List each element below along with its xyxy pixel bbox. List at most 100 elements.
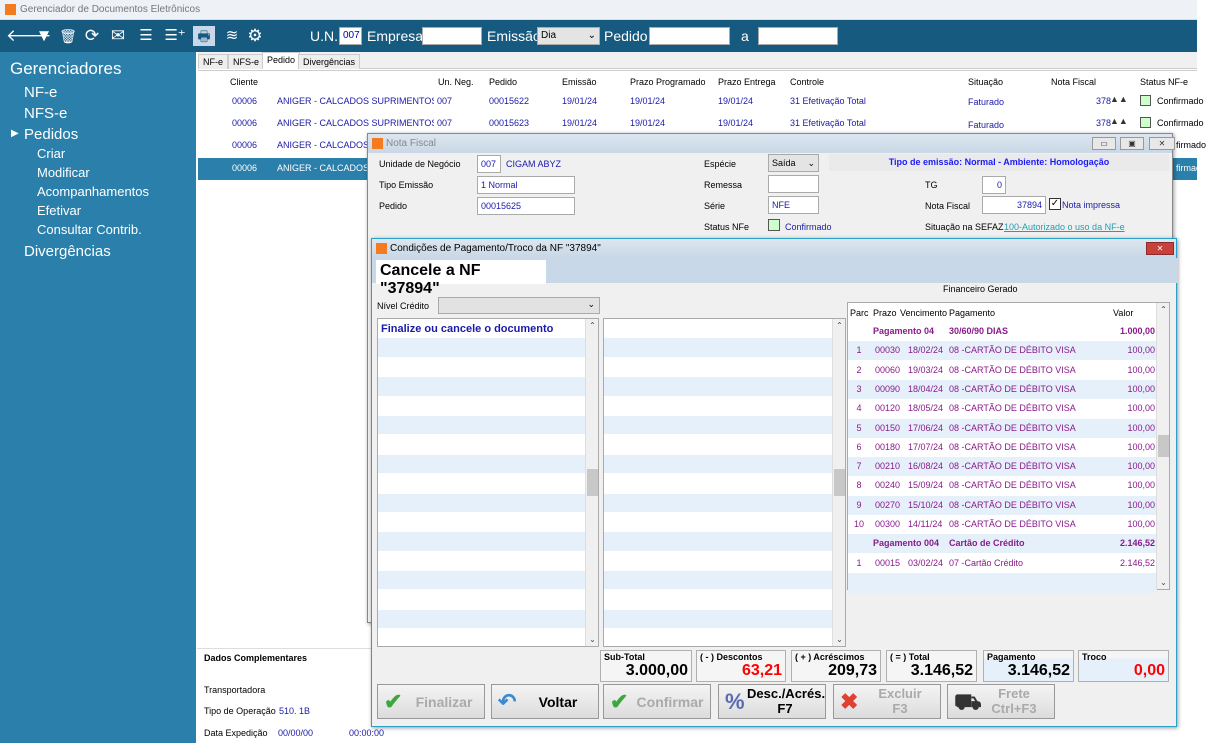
list-row[interactable]: [604, 435, 845, 455]
col-prazo-programado[interactable]: Prazo Programado: [630, 77, 706, 87]
unidade-input[interactable]: 007: [477, 155, 501, 173]
mail-icon[interactable]: ✉: [107, 26, 129, 46]
sidebar-item-divergencias[interactable]: Divergências: [24, 243, 111, 260]
list-row[interactable]: [378, 532, 598, 552]
sefaz-link[interactable]: 100-Autorizado o uso da NF-e: [1004, 222, 1125, 232]
list-row[interactable]: [604, 493, 845, 513]
print-icon[interactable]: 🖶: [193, 26, 215, 46]
chevron-down-icon[interactable]: ⌄: [833, 635, 845, 644]
installment-row[interactable]: 1 00030 18/02/24 08 -CARTÃO DE DÉBITO VISA 1…: [848, 341, 1157, 361]
list-row[interactable]: [604, 609, 845, 630]
installment-row[interactable]: 2 00060 19/03/24 08 -CARTÃO DE DÉBITO VISA 1…: [848, 360, 1157, 380]
pedido-input[interactable]: 00015625: [477, 197, 575, 215]
list-row[interactable]: [604, 319, 845, 339]
remessa-input[interactable]: [768, 175, 819, 193]
tab-nfse[interactable]: NFS-e: [228, 54, 265, 69]
sidebar-item-criar[interactable]: Criar: [37, 146, 65, 161]
list-row[interactable]: [604, 415, 845, 436]
desc-acr-s-button[interactable]: % Desc./Acrés. F7: [718, 684, 826, 719]
installment-row[interactable]: 9 00270 15/10/24 08 -CARTÃO DE DÉBITO VISA 1…: [848, 495, 1157, 515]
checklist-icon[interactable]: ☰: [135, 26, 157, 46]
sidebar-item-efetivar[interactable]: Efetivar: [37, 203, 81, 218]
chevron-down-icon[interactable]: ⌄: [1157, 578, 1170, 587]
chevron-up-icon[interactable]: ⌃: [833, 321, 845, 330]
installment-row[interactable]: 4 00120 18/05/24 08 -CARTÃO DE DÉBITO VISA 1…: [848, 399, 1157, 419]
col-emissao[interactable]: Emissão: [562, 77, 597, 87]
gear-icon[interactable]: ⚙: [244, 26, 266, 46]
list-row[interactable]: [604, 532, 845, 552]
voltar-button[interactable]: ↶ Voltar: [491, 684, 599, 719]
payment-group-row[interactable]: Pagamento 004 Cartão de Crédito 2.146,52: [848, 534, 1157, 554]
tab-cancele[interactable]: Cancele a NF "37894": [376, 260, 546, 297]
scrollbar[interactable]: ⌃ ⌄: [585, 319, 598, 646]
nota-impressa-checkbox[interactable]: ✓: [1049, 198, 1061, 210]
scrollbar[interactable]: ⌃ ⌄: [1156, 303, 1169, 589]
list-row[interactable]: [604, 454, 845, 475]
message-list[interactable]: Finalize ou cancele o documento ⌃ ⌄: [377, 318, 599, 647]
col-nota-fiscal[interactable]: Nota Fiscal: [1051, 77, 1096, 87]
list-row[interactable]: [604, 590, 845, 610]
serie-input[interactable]: NFE: [768, 196, 819, 214]
list-row[interactable]: [378, 609, 598, 630]
sidebar-item-nfe[interactable]: NF-e: [24, 84, 57, 101]
col-controle[interactable]: Controle: [790, 77, 824, 87]
col-situacao[interactable]: Situação: [968, 77, 1003, 87]
list-row[interactable]: [378, 435, 598, 455]
list-row[interactable]: [604, 377, 845, 397]
installment-row[interactable]: 8 00240 15/09/24 08 -CARTÃO DE DÉBITO VISA 1…: [848, 476, 1157, 496]
list-row[interactable]: [604, 629, 845, 646]
scrollbar[interactable]: ⌃ ⌄: [832, 319, 845, 646]
list-row[interactable]: [378, 396, 598, 416]
list-row[interactable]: [378, 415, 598, 436]
list-row[interactable]: [378, 512, 598, 533]
list-row[interactable]: [378, 377, 598, 397]
trash-icon[interactable]: 🗑: [57, 26, 79, 46]
list-row[interactable]: [604, 571, 845, 591]
installment-row[interactable]: 6 00180 17/07/24 08 -CARTÃO DE DÉBITO VISA 1…: [848, 437, 1157, 457]
empresa-input[interactable]: [422, 27, 482, 45]
database-icon[interactable]: ≋: [221, 26, 243, 46]
installment-row[interactable]: 1 00015 03/02/24 07 -Cartão Crédito 2.146,52: [848, 553, 1157, 573]
sidebar-item-nfse[interactable]: NFS-e: [24, 105, 67, 122]
nota-fiscal-input[interactable]: 37894: [982, 196, 1046, 214]
installment-row[interactable]: 7 00210 16/08/24 08 -CARTÃO DE DÉBITO VISA 1…: [848, 457, 1157, 477]
list-row[interactable]: [378, 590, 598, 610]
chevron-down-icon[interactable]: ⌄: [586, 635, 598, 644]
list-row[interactable]: [378, 454, 598, 475]
sidebar-item-consultar[interactable]: Consultar Contrib.: [37, 222, 142, 237]
un-input[interactable]: 007: [339, 27, 362, 45]
list-row[interactable]: [378, 629, 598, 646]
list-row[interactable]: [378, 338, 598, 358]
excluir-button[interactable]: ✖ Excluir F3: [833, 684, 941, 719]
col-un-neg[interactable]: Un. Neg.: [438, 77, 474, 87]
tipo-emissao-input[interactable]: 1 Normal: [477, 176, 575, 194]
list-row[interactable]: [378, 571, 598, 591]
pedido-from-input[interactable]: [649, 27, 730, 45]
close-button[interactable]: ✕: [1146, 242, 1174, 255]
chevron-up-icon[interactable]: ⌃: [586, 321, 598, 330]
list-row[interactable]: [604, 396, 845, 416]
binoculars-icon[interactable]: ▲▲: [1110, 116, 1128, 126]
list-row[interactable]: [604, 357, 845, 378]
secondary-list[interactable]: ⌃ ⌄: [603, 318, 846, 647]
pedido-to-input[interactable]: [758, 27, 838, 45]
filter-icon[interactable]: ▼: [33, 26, 55, 46]
col-status-nfe[interactable]: Status NF-e: [1140, 77, 1188, 87]
maximize-button[interactable]: ▣: [1120, 137, 1144, 150]
list-row[interactable]: [604, 551, 845, 572]
list-row[interactable]: [378, 474, 598, 494]
binoculars-icon[interactable]: ▲▲: [1110, 94, 1128, 104]
emissao-select[interactable]: Dia ⌄: [537, 27, 600, 45]
tab-divergencias[interactable]: Divergências: [298, 54, 361, 69]
close-button[interactable]: ✕: [1149, 137, 1175, 150]
list-row[interactable]: [378, 493, 598, 513]
list-row[interactable]: [604, 338, 845, 358]
especie-select[interactable]: Saída ⌄: [768, 154, 819, 172]
scroll-thumb[interactable]: [834, 469, 845, 496]
list-row[interactable]: [378, 357, 598, 378]
installment-row[interactable]: 10 00300 14/11/24 08 -CARTÃO DE DÉBITO VISA…: [848, 515, 1157, 534]
installment-row[interactable]: 5 00150 17/06/24 08 -CARTÃO DE DÉBITO VISA 1…: [848, 418, 1157, 438]
tab-nfe[interactable]: NF-e: [198, 54, 228, 69]
col-pedido[interactable]: Pedido: [489, 77, 517, 87]
minimize-button[interactable]: ▭: [1092, 137, 1116, 150]
